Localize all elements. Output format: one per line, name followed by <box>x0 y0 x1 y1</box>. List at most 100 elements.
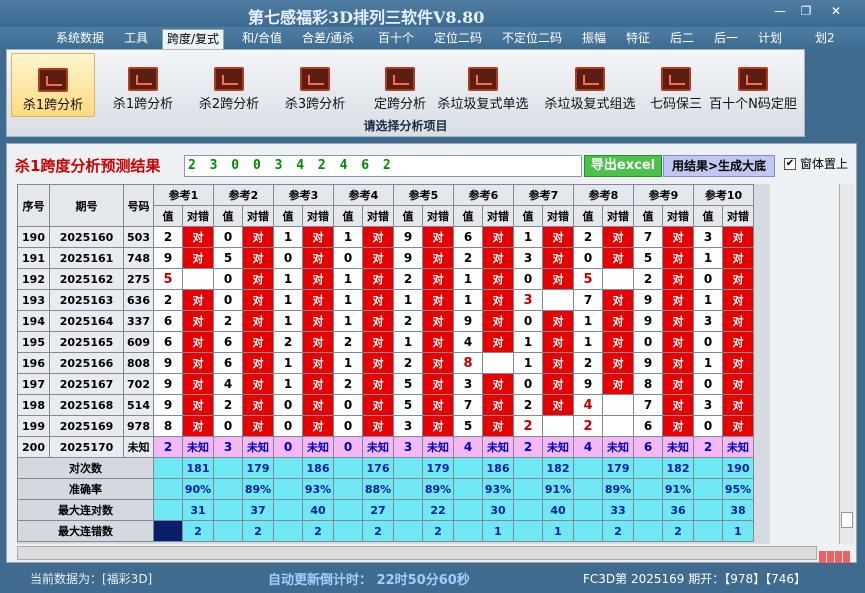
result-cell: 对 <box>242 247 274 269</box>
result-cell: 对 <box>242 289 274 311</box>
menu-item[interactable]: 特征 <box>622 29 654 49</box>
menu-item[interactable]: 系统数据 <box>52 29 108 49</box>
result-cell: 未知 <box>722 436 754 458</box>
value-cell: 9 <box>633 289 663 311</box>
value-cell: 1 <box>273 268 303 290</box>
menu-item[interactable]: 百十个 <box>374 29 418 49</box>
menu-item[interactable]: 工具 <box>120 29 152 49</box>
result-cell: 对 <box>722 247 754 269</box>
ribbon-button[interactable]: 七码保三 <box>645 53 707 117</box>
table-row[interactable]: 196 2025166 808 9 对 6 对 1 对 1 对 2 对 8 1 对 2 对 9 对 1 对 <box>17 352 754 374</box>
result-cell: 对 <box>302 289 334 311</box>
horizontal-scrollbar[interactable] <box>17 546 817 560</box>
table-row[interactable]: 192 2025162 275 5 0 对 1 对 1 对 2 对 1 对 0 对 5 2 对 0 对 <box>17 268 754 290</box>
value-cell: 2 <box>213 310 243 332</box>
table-row[interactable]: 190 2025160 503 2 对 0 对 1 对 1 对 9 对 6 对 1 对 2 对 7 对 3 对 <box>17 226 754 248</box>
result-cell: 对 <box>422 289 454 311</box>
minimize-icon[interactable]: — <box>771 4 789 18</box>
ribbon-button[interactable]: 杀3跨分析 <box>273 53 357 117</box>
restore-icon[interactable]: ❐ <box>797 4 815 18</box>
issue-cell: 2025165 <box>49 331 124 353</box>
close-icon[interactable]: ✕ <box>827 4 845 18</box>
value-cell: 5 <box>393 394 423 416</box>
value-cell: 0 <box>213 226 243 248</box>
result-cell: 对 <box>722 394 754 416</box>
ribbon-button[interactable]: 杀1跨分析 <box>101 53 185 117</box>
value-cell: 0 <box>273 436 303 458</box>
ribbon-button[interactable]: 杀2跨分析 <box>187 53 271 117</box>
result-cell: 对 <box>722 352 754 374</box>
result-cell: 对 <box>602 331 634 353</box>
value-cell: 4 <box>573 436 603 458</box>
stat-value: 186 <box>482 457 514 479</box>
menu-item[interactable]: 后一 <box>710 29 742 49</box>
table-row[interactable]: 193 2025163 636 2 对 0 对 1 对 1 对 1 对 1 对 3 7 对 9 对 1 对 <box>17 289 754 311</box>
result-cell: 对 <box>242 394 274 416</box>
ribbon-button[interactable]: 定跨分析 <box>359 53 441 117</box>
stat-value: 181 <box>182 457 214 479</box>
ribbon-button[interactable]: 杀垃圾复式单选 <box>431 53 535 117</box>
ribbon-button[interactable]: 百十个N码定胆 <box>707 53 799 117</box>
result-cell: 对 <box>182 415 214 437</box>
table-row[interactable]: 195 2025165 609 6 对 6 对 2 对 2 对 1 对 4 对 1 对 1 对 0 对 0 对 <box>17 331 754 353</box>
result-cell: 对 <box>542 310 574 332</box>
menu-item[interactable]: 合差/通杀 <box>298 29 358 49</box>
result-cell: 对 <box>662 394 694 416</box>
result-cell <box>182 268 214 290</box>
chart-icon <box>385 67 415 91</box>
menu-item[interactable]: 不定位二码 <box>498 29 566 49</box>
stat-value: 176 <box>362 457 394 479</box>
menu-item[interactable]: 后二 <box>666 29 698 49</box>
menu-item[interactable]: 定位二码 <box>430 29 486 49</box>
value-cell: 1 <box>273 289 303 311</box>
result-cell: 对 <box>302 331 334 353</box>
stat-value: 95% <box>722 478 754 500</box>
value-cell: 1 <box>333 226 363 248</box>
chart-icon <box>214 67 244 91</box>
seq-cell: 197 <box>17 373 50 395</box>
result-field[interactable]: 2 3 0 0 3 4 2 4 6 2 <box>184 155 582 177</box>
ribbon-button[interactable]: 杀垃圾复式组选 <box>539 53 641 117</box>
result-header: 对错 <box>722 205 754 227</box>
value-cell: 9 <box>153 394 183 416</box>
topmost-checkbox[interactable]: ✔ <box>784 158 796 170</box>
value-cell: 2 <box>453 247 483 269</box>
value-cell: 0 <box>273 394 303 416</box>
menu-item[interactable]: 划2 <box>811 29 839 49</box>
result-cell: 未知 <box>662 436 694 458</box>
stat-value: 93% <box>482 478 514 500</box>
table-row[interactable]: 199 2025169 978 8 对 0 对 0 对 0 对 3 对 5 对 2 2 6 对 0 对 <box>17 415 754 437</box>
result-cell: 对 <box>662 289 694 311</box>
stat-blank <box>693 499 723 521</box>
menu-item[interactable]: 计划 <box>754 29 786 49</box>
generate-base-button[interactable]: 用结果>生成大底 <box>663 155 775 177</box>
menu-item[interactable]: 跨度/复式 <box>162 29 225 49</box>
vertical-scrollbar[interactable] <box>839 184 854 544</box>
value-cell: 0 <box>693 373 723 395</box>
table-row[interactable]: 191 2025161 748 9 对 5 对 0 对 0 对 9 对 2 对 3 对 0 对 5 对 1 对 <box>17 247 754 269</box>
status-bar: 当前数据为：[福彩3D] 自动更新倒计时： 22时50分60秒 FC3D第 20… <box>0 565 865 593</box>
export-excel-button[interactable]: 导出excel <box>584 155 662 177</box>
value-cell: 1 <box>693 289 723 311</box>
value-cell: 9 <box>573 373 603 395</box>
value-header: 值 <box>453 205 483 227</box>
table-row[interactable]: 198 2025168 514 9 对 2 对 0 对 0 对 5 对 7 对 2 对 4 7 对 3 对 <box>17 394 754 416</box>
table-row[interactable]: 200 2025170 未知 2 未知 3 未知 0 未知 0 未知 3 未知 4 未知 2 未知 4 未知 6 未知 2… <box>17 436 754 458</box>
menu-item[interactable]: 和/合值 <box>238 29 286 49</box>
stat-blank <box>393 499 423 521</box>
menu-bar: 系统数据 工具 跨度/复式 和/合值 合差/通杀 百十个 定位二码 不定位二码 振幅 特征 后二 后一… <box>0 27 865 49</box>
result-cell: 对 <box>362 247 394 269</box>
result-cell <box>602 415 634 437</box>
ribbon-button[interactable]: 杀1跨分析 <box>11 53 95 117</box>
value-cell: 1 <box>333 268 363 290</box>
stat-blank <box>333 499 363 521</box>
table-row[interactable]: 194 2025164 337 6 对 2 对 1 对 1 对 2 对 9 对 0 对 1 对 9 对 3 对 <box>17 310 754 332</box>
scroll-thumb[interactable] <box>841 512 853 528</box>
value-cell: 5 <box>153 268 183 290</box>
issue-cell: 2025167 <box>49 373 124 395</box>
menu-item[interactable]: 振幅 <box>578 29 610 49</box>
issue-cell: 2025162 <box>49 268 124 290</box>
result-cell: 对 <box>542 331 574 353</box>
stat-value: 182 <box>662 457 694 479</box>
table-row[interactable]: 197 2025167 702 9 对 4 对 1 对 2 对 5 对 3 对 0 对 9 对 8 对 0 对 <box>17 373 754 395</box>
